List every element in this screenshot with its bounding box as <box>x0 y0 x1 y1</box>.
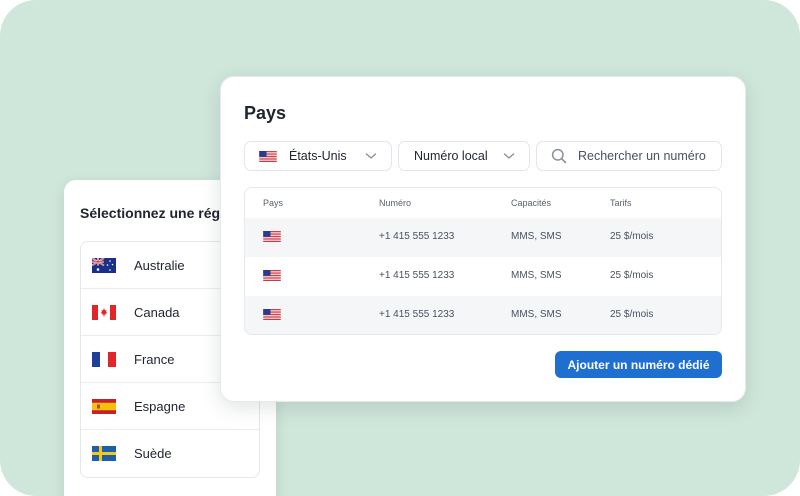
us-flag-icon <box>263 231 281 242</box>
table-row[interactable]: +1 415 555 1233 MMS, SMS 25 $/mois <box>245 218 721 257</box>
number-type-select[interactable]: Numéro local <box>398 141 530 171</box>
region-label: France <box>134 351 175 367</box>
country-select-value: États-Unis <box>289 149 347 163</box>
country-select[interactable]: États-Unis <box>244 141 392 171</box>
australia-flag-icon <box>92 257 116 273</box>
page-background: Sélectionnez une région Australie Canada… <box>0 0 800 496</box>
row-number: +1 415 555 1233 <box>379 309 455 320</box>
row-number: +1 415 555 1233 <box>379 270 455 281</box>
column-header-capacites: Capacités <box>511 198 552 208</box>
table-row[interactable]: +1 415 555 1233 MMS, SMS 25 $/mois <box>245 257 721 296</box>
row-capabilities: MMS, SMS <box>511 309 562 320</box>
table-row[interactable]: +1 415 555 1233 MMS, SMS 25 $/mois <box>245 296 721 334</box>
row-rate: 25 $/mois <box>610 270 654 281</box>
search-input[interactable] <box>578 149 718 163</box>
row-capabilities: MMS, SMS <box>511 270 562 281</box>
search-box[interactable] <box>536 141 722 171</box>
region-label: Canada <box>134 304 180 320</box>
column-header-pays: Pays <box>263 198 284 208</box>
chevron-down-icon <box>365 153 377 159</box>
region-label: Espagne <box>134 398 186 414</box>
row-rate: 25 $/mois <box>610 231 654 242</box>
table-header: Pays Numéro Capacités Tarifs <box>245 188 721 218</box>
add-dedicated-number-button[interactable]: Ajouter un numéro dédié <box>555 351 722 378</box>
us-flag-icon <box>263 270 281 281</box>
chevron-down-icon <box>503 153 515 159</box>
us-flag-icon <box>259 150 277 162</box>
number-panel: Pays États-Unis Numéro local Rechercher … <box>220 76 746 402</box>
region-label: Australie <box>134 257 185 273</box>
row-number: +1 415 555 1233 <box>379 231 455 242</box>
column-header-numero: Numéro <box>379 198 412 208</box>
region-item-sweden[interactable]: Suède <box>81 430 259 477</box>
row-rate: 25 $/mois <box>610 309 654 320</box>
search-icon <box>551 148 567 164</box>
numbers-table: Pays Numéro Capacités Tarifs +1 415 555 … <box>244 187 722 335</box>
region-label: Suède <box>134 446 172 461</box>
row-capabilities: MMS, SMS <box>511 231 562 242</box>
panel-title: Pays <box>244 103 287 123</box>
us-flag-icon <box>263 309 281 320</box>
column-header-tarifs: Tarifs <box>610 198 632 208</box>
spain-flag-icon <box>92 398 116 414</box>
sweden-flag-icon <box>92 446 116 461</box>
canada-flag-icon <box>92 304 116 320</box>
number-type-value: Numéro local <box>414 149 488 163</box>
france-flag-icon <box>92 351 116 367</box>
